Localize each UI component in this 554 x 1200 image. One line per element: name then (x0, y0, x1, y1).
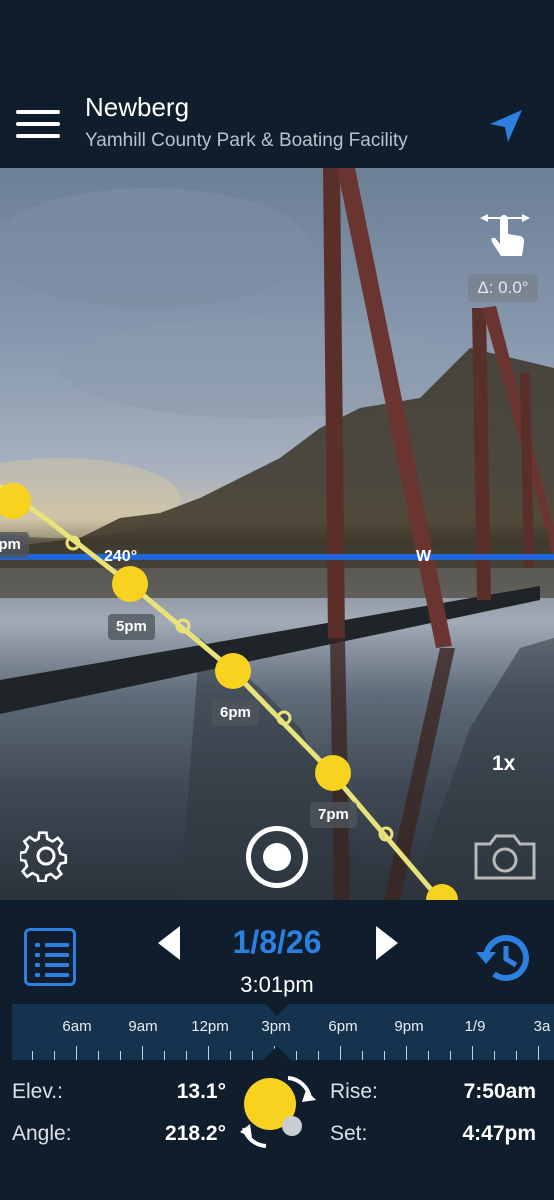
camera-view[interactable]: 4pm 5pm 6pm 7pm 240° W Δ: 0.0° 1x (0, 168, 554, 900)
list-icon[interactable] (24, 928, 76, 986)
timeline-label: 6pm (328, 1018, 358, 1035)
timeline-tick (164, 1051, 165, 1060)
settings-gear-icon[interactable] (20, 830, 72, 882)
shutter-icon[interactable] (246, 826, 308, 888)
timeline-tick (186, 1051, 187, 1060)
timeline-tick (494, 1051, 495, 1060)
timeline-tick (516, 1051, 517, 1060)
timeline-tick (32, 1051, 33, 1060)
selected-time: 3:01pm (240, 972, 314, 997)
timeline-tick (252, 1051, 253, 1060)
sun-moon-icon[interactable] (236, 1068, 320, 1152)
location-title[interactable]: Newberg (85, 92, 189, 123)
timeline-tick (230, 1051, 231, 1060)
rise-value: 7:50am (463, 1080, 536, 1103)
rise-label: Rise: (330, 1080, 378, 1103)
timeline-tick (54, 1051, 55, 1060)
timeline-label: 12pm (191, 1018, 229, 1035)
elevation-label: Elev.: (12, 1080, 63, 1103)
timeline-tick (538, 1046, 539, 1060)
horizon-direction-label: W (416, 548, 432, 565)
status-area (0, 0, 554, 80)
sun-time-label-5pm: 5pm (108, 614, 155, 640)
timeline-tick (98, 1051, 99, 1060)
next-date-button[interactable] (372, 924, 402, 962)
angle-value: 218.2° (165, 1122, 226, 1145)
timeline-tick (296, 1051, 297, 1060)
angle-label: Angle: (12, 1122, 72, 1145)
zoom-level-button[interactable]: 1x (492, 752, 515, 776)
drag-hand-icon[interactable] (478, 204, 532, 264)
timeline-tick (208, 1046, 209, 1060)
app-header: Newberg Yamhill County Park & Boating Fa… (0, 80, 554, 168)
timeline-needle (262, 1046, 292, 1062)
timeline-tick (384, 1051, 385, 1060)
camera-icon[interactable] (472, 832, 538, 882)
horizon-degree-label: 240° (104, 548, 138, 565)
delta-offset-badge[interactable]: Δ: 0.0° (468, 274, 538, 302)
set-label: Set: (330, 1122, 368, 1145)
sun-time-label-7pm: 7pm (310, 802, 357, 828)
history-icon[interactable] (472, 930, 534, 986)
timeline-tick (406, 1046, 407, 1060)
bottom-panel: 1/8/26 3:01pm 6am 9am 12pm 3pm 6pm 9pm 1… (0, 900, 554, 1200)
timeline-tick (142, 1046, 143, 1060)
timeline-tick (120, 1051, 121, 1060)
timeline-tick (76, 1046, 77, 1060)
previous-date-button[interactable] (154, 924, 184, 962)
timeline-needle (262, 1000, 292, 1016)
set-value: 4:47pm (462, 1122, 536, 1145)
elevation-value: 13.1° (176, 1080, 226, 1103)
timeline-tick (428, 1051, 429, 1060)
menu-icon[interactable] (16, 110, 60, 142)
timeline-label: 1/9 (464, 1018, 486, 1035)
timeline-tick (472, 1046, 473, 1060)
timeline-tick (318, 1051, 319, 1060)
timeline-label: 9am (128, 1018, 158, 1035)
sun-time-label-4pm: 4pm (0, 532, 29, 558)
timeline-tick (340, 1046, 341, 1060)
timeline-label: 9pm (394, 1018, 424, 1035)
location-subtitle[interactable]: Yamhill County Park & Boating Facility (85, 130, 408, 152)
timeline-label: 3a (533, 1018, 551, 1035)
sun-time-label-6pm: 6pm (212, 700, 259, 726)
timeline-tick (450, 1051, 451, 1060)
timeline-label: 6am (62, 1018, 92, 1035)
timeline-tick (362, 1051, 363, 1060)
selected-date[interactable]: 1/8/26 (200, 924, 354, 961)
timeline-label: 3pm (261, 1018, 291, 1035)
navigation-arrow-icon[interactable] (486, 106, 526, 146)
